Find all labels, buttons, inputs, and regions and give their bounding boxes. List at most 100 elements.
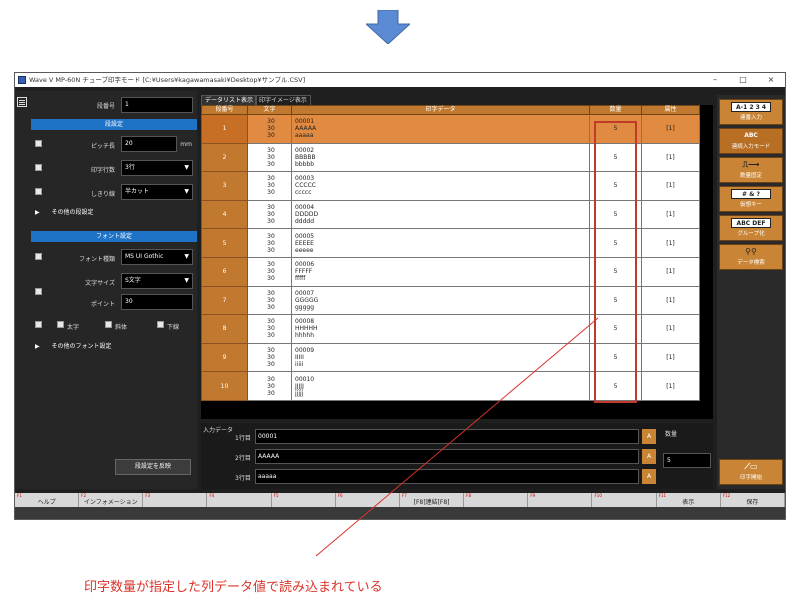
tab-data-list[interactable]: データリスト表示: [201, 95, 258, 105]
col-header-quantity[interactable]: 数量: [589, 105, 642, 115]
binoculars-icon: ⚲⚲: [745, 247, 757, 256]
char-size-line: 30: [267, 189, 275, 197]
chevron-down-icon: ▼: [184, 188, 189, 195]
underline-checkbox[interactable]: [157, 321, 164, 328]
line1-input[interactable]: 00001: [255, 429, 639, 444]
line2-a-button[interactable]: A: [642, 449, 656, 464]
row-print-data-cell: 00009 IIIII iiiii: [291, 342, 590, 373]
quantity-fix-button[interactable]: ⎍⟶ 数量固定: [719, 157, 783, 183]
char-size-line: 30: [267, 204, 275, 212]
style-checkbox[interactable]: [35, 321, 42, 328]
print-data-line: 00006: [295, 261, 315, 269]
reflect-settings-button[interactable]: 段設定を反映: [115, 459, 191, 475]
lines-checkbox[interactable]: [35, 164, 42, 171]
continuous-input-button[interactable]: ABC 連続入力モード: [719, 128, 783, 154]
col-header-print-data[interactable]: 印字データ: [291, 105, 590, 115]
fkey-4[interactable]: F4: [208, 493, 272, 507]
close-button[interactable]: ×: [757, 73, 785, 87]
fkey-label: ヘルプ: [37, 499, 56, 506]
size-select[interactable]: S文字 ▼: [121, 273, 193, 289]
col-header-char[interactable]: 文字: [247, 105, 292, 115]
char-size-line: 30: [267, 389, 275, 397]
fkey-5[interactable]: F5: [272, 493, 336, 507]
col-header-attribute[interactable]: 属性: [641, 105, 700, 115]
row-attribute-cell: [1]: [641, 228, 700, 258]
print-data-line: JJJJJ: [295, 382, 304, 390]
pitch-checkbox[interactable]: [35, 140, 42, 147]
italic-checkbox[interactable]: [105, 321, 112, 328]
font-select[interactable]: MS UI Gothic ▼: [121, 249, 193, 265]
row-char-size-cell: 30 30 30: [247, 199, 292, 230]
char-size-line: 30: [267, 296, 275, 304]
underline-label: 下線: [167, 324, 180, 331]
tab-print-image[interactable]: 印字イメージ表示: [255, 95, 311, 105]
maximize-button[interactable]: □: [729, 73, 757, 87]
serial-input-label: 連番入力: [739, 115, 762, 121]
font-label: フォント種類: [78, 256, 115, 263]
lines-select[interactable]: 3行 ▼: [121, 160, 193, 176]
line3-input[interactable]: aaaaa: [255, 469, 639, 484]
size-value: S文字: [125, 277, 141, 284]
point-field[interactable]: 30: [121, 294, 193, 310]
minimize-button[interactable]: –: [701, 73, 729, 87]
fkey-9[interactable]: F9: [528, 493, 593, 507]
print-data-line: 00009: [295, 347, 315, 355]
size-checkbox[interactable]: [35, 288, 42, 295]
chevron-down-icon: ▼: [184, 277, 189, 284]
triangle-right-icon: ▶: [35, 343, 40, 350]
char-size-line: 30: [267, 375, 275, 383]
serial-input-button[interactable]: A-1 2 3 4 連番入力: [719, 99, 783, 125]
virtual-key-button[interactable]: # & ? 仮想キー: [719, 186, 783, 212]
bold-checkbox[interactable]: [57, 321, 64, 328]
menu-icon[interactable]: [17, 97, 27, 107]
cut-checkbox[interactable]: [35, 188, 42, 195]
fkey-1[interactable]: F1 ヘルプ: [15, 493, 80, 507]
line2-label: 2行目: [235, 455, 251, 462]
continuous-input-icon: ABC: [744, 132, 758, 139]
data-search-label: データ検索: [737, 260, 765, 266]
col-header-rank[interactable]: 段番号: [201, 105, 248, 115]
cut-value: 半カット: [125, 188, 150, 195]
data-search-button[interactable]: ⚲⚲ データ検索: [719, 244, 783, 270]
line1-a-button[interactable]: A: [642, 429, 656, 444]
print-data-line: eeeee: [295, 246, 314, 254]
print-data-line: ggggg: [295, 303, 315, 311]
fkey-12[interactable]: F12 保存: [721, 493, 785, 507]
other-settings-expander[interactable]: ▶ その他の段設定: [35, 207, 94, 216]
pitch-field[interactable]: 20: [121, 136, 177, 152]
other-font-expander[interactable]: ▶ その他のフォント設定: [35, 341, 112, 350]
group-icon: ABC DEF: [731, 218, 771, 228]
row-char-size-cell: 30 30 30: [247, 314, 292, 344]
print-data-line: 00003: [295, 175, 315, 183]
row-print-data-cell: 00010 JJJJJ jjjjj: [291, 371, 590, 401]
char-size-line: 30: [267, 347, 275, 355]
fkey-11[interactable]: F11 表示: [657, 493, 721, 507]
char-size-line: 30: [267, 289, 275, 297]
fkey-number: F4: [209, 493, 215, 498]
fkey-8[interactable]: F8: [464, 493, 529, 507]
line3-a-button[interactable]: A: [642, 469, 656, 484]
pitch-unit: mm: [180, 141, 192, 148]
input-area: 入力データ 1行目 00001 A 2行目 AAAAA A 3行目 aaaaa …: [201, 423, 713, 489]
cut-select[interactable]: 半カット ▼: [121, 184, 193, 200]
fkey-6[interactable]: F6: [336, 493, 400, 507]
fkey-10[interactable]: F10: [593, 493, 657, 507]
continuous-input-label: 連続入力モード: [731, 144, 771, 150]
char-size-line: 30: [267, 146, 275, 154]
print-data-line: 00002: [295, 146, 315, 154]
fkey-2[interactable]: F2 インフォメーション: [79, 493, 144, 507]
print-data-line: DDDDD: [295, 211, 319, 219]
group-button[interactable]: ABC DEF グループ化: [719, 215, 783, 241]
print-start-button[interactable]: ⟋▭ 印字開始: [719, 459, 783, 485]
fkey-3[interactable]: F3: [143, 493, 208, 507]
rank-field[interactable]: 1: [121, 97, 193, 113]
line2-input[interactable]: AAAAA: [255, 449, 639, 464]
row-rank-cell: 9: [201, 342, 248, 373]
print-data-line: aaaaa: [295, 132, 314, 140]
fkey-7[interactable]: F7 [F8]連結[F8]: [400, 493, 465, 507]
row-rank-cell: 6: [201, 256, 248, 287]
row-char-size-cell: 30 30 30: [247, 171, 292, 201]
lines-value: 3行: [125, 164, 135, 171]
font-checkbox[interactable]: [35, 253, 42, 260]
quantity-input[interactable]: 5: [663, 453, 711, 468]
